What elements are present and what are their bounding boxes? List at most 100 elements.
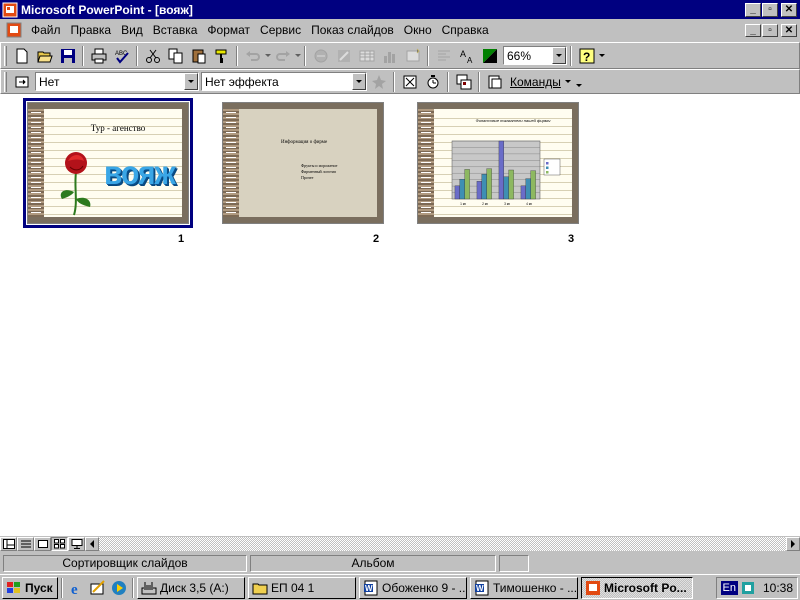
task-label: Обоженко 9 - ... xyxy=(382,580,467,595)
media-player-icon[interactable] xyxy=(108,578,129,598)
doc-minimize-icon[interactable]: _ xyxy=(745,23,761,37)
legend-swatch xyxy=(546,166,549,169)
folder-icon xyxy=(252,583,268,594)
slide-show-icon[interactable] xyxy=(68,537,85,551)
hide-slide-icon[interactable] xyxy=(398,71,421,93)
slide-number: 1 xyxy=(178,233,185,245)
web-toolbar-icon[interactable] xyxy=(332,45,355,67)
rehearse-timings-icon[interactable] xyxy=(421,71,444,93)
word-doc-icon: W xyxy=(364,580,378,595)
menu-insert[interactable]: Вставка xyxy=(148,23,203,37)
paste-icon[interactable] xyxy=(187,45,210,67)
outline-view-icon[interactable] xyxy=(17,537,34,551)
summary-slide-icon[interactable] xyxy=(452,71,475,93)
undo-icon[interactable] xyxy=(241,45,264,67)
toolbar-grip[interactable] xyxy=(4,71,7,92)
insert-table-icon[interactable] xyxy=(355,45,378,67)
slide-thumbnail-2[interactable]: Информация о фирме Фрукты и мороженое Фи… xyxy=(222,102,384,224)
language-indicator[interactable]: En xyxy=(720,580,738,595)
transition-dropdown-icon[interactable] xyxy=(184,73,198,90)
horizontal-scrollbar[interactable] xyxy=(99,537,786,551)
redo-icon[interactable] xyxy=(271,45,294,67)
slide-sorter-workspace[interactable]: Тур - агенство вояж 1 Информация о фирме… xyxy=(0,94,800,536)
animation-dropdown-icon[interactable] xyxy=(352,73,366,90)
slide-thumbnail-3[interactable]: Финансовые показатели нашей фирмы 1 кв 2 … xyxy=(417,102,579,224)
slide-thumbnail-1[interactable]: Тур - агенство вояж xyxy=(27,102,189,224)
print-icon[interactable] xyxy=(87,45,110,67)
slide-view-icon[interactable] xyxy=(34,537,51,551)
zoom-combo[interactable]: 66% xyxy=(503,46,567,65)
task-word-doc-1[interactable]: W Обоженко 9 - ... xyxy=(359,576,467,599)
undo-dropdown-icon[interactable] xyxy=(265,54,271,57)
chart-bar xyxy=(530,170,536,200)
speaker-notes-icon[interactable] xyxy=(483,71,506,93)
svg-text:A: A xyxy=(460,49,466,59)
x-tick-label: 4 кв xyxy=(526,202,532,206)
outlook-express-icon[interactable] xyxy=(87,578,108,598)
doc-restore-icon[interactable]: ▫ xyxy=(762,23,778,37)
menu-edit[interactable]: Правка xyxy=(66,23,117,37)
menu-help[interactable]: Справка xyxy=(437,23,494,37)
animation-combo[interactable]: Нет эффекта xyxy=(201,72,367,91)
normal-view-icon[interactable] xyxy=(0,537,17,551)
menu-window[interactable]: Окно xyxy=(399,23,437,37)
powerpoint-app-icon[interactable] xyxy=(2,2,18,18)
task-label: Microsoft Po... xyxy=(604,580,687,595)
menu-view[interactable]: Вид xyxy=(116,23,148,37)
spelling-icon[interactable]: ABC xyxy=(110,45,133,67)
menu-file[interactable]: Файл xyxy=(26,23,66,37)
hyperlink-icon[interactable] xyxy=(309,45,332,67)
slide-transition-icon[interactable] xyxy=(10,71,33,93)
redo-dropdown-icon[interactable] xyxy=(295,54,301,57)
task-folder[interactable]: ЕП 04 1 xyxy=(248,576,356,599)
format-painter-icon[interactable] xyxy=(210,45,233,67)
toolbar-options-icon[interactable] xyxy=(599,54,605,57)
taskbar: Пуск e Диск 3,5 (A:) ЕП 04 1 W Обоженко … xyxy=(0,574,800,600)
transition-value: Нет xyxy=(39,74,60,89)
save-icon[interactable] xyxy=(56,45,79,67)
title-bar[interactable]: Microsoft PowerPoint - [вояж] _ ▫ ✕ xyxy=(0,0,800,19)
slide-3-title: Финансовые показатели нашей фирмы xyxy=(475,118,551,123)
legend-swatch xyxy=(546,171,549,174)
view-bar xyxy=(0,536,800,552)
toolbar-grip[interactable] xyxy=(4,45,7,66)
commands-menu-button[interactable]: Команды xyxy=(506,71,575,93)
grayscale-icon[interactable] xyxy=(478,45,501,67)
status-view-name: Сортировщик слайдов xyxy=(3,554,247,572)
commands-dropdown-icon xyxy=(564,80,571,83)
network-icon[interactable] xyxy=(741,581,755,595)
expand-icon[interactable] xyxy=(432,45,455,67)
scroll-right-icon[interactable] xyxy=(786,537,800,551)
open-icon[interactable] xyxy=(33,45,56,67)
slide-number: 2 xyxy=(373,233,380,245)
menu-slideshow[interactable]: Показ слайдов xyxy=(306,23,399,37)
help-icon[interactable]: ? xyxy=(575,45,598,67)
task-powerpoint[interactable]: Microsoft Po... xyxy=(581,576,693,599)
internet-explorer-icon[interactable]: e xyxy=(66,578,87,598)
task-word-doc-2[interactable]: W Тимошенко - ... xyxy=(470,576,578,599)
menu-tools[interactable]: Сервис xyxy=(255,23,306,37)
slide-2-title: Информация о фирме xyxy=(281,140,328,145)
cut-icon[interactable] xyxy=(141,45,164,67)
copy-icon[interactable] xyxy=(164,45,187,67)
doc-close-icon[interactable]: ✕ xyxy=(781,23,797,37)
scroll-left-icon[interactable] xyxy=(85,537,99,551)
menu-format[interactable]: Формат xyxy=(202,23,255,37)
animation-preview-icon[interactable] xyxy=(367,71,390,93)
insert-chart-icon[interactable] xyxy=(378,45,401,67)
start-button[interactable]: Пуск xyxy=(2,576,58,599)
restore-icon[interactable]: ▫ xyxy=(762,2,778,17)
task-floppy-drive[interactable]: Диск 3,5 (A:) xyxy=(137,576,245,599)
slide-sorter-view-icon[interactable] xyxy=(51,537,68,551)
close-icon[interactable]: ✕ xyxy=(781,2,797,17)
new-slide-icon[interactable] xyxy=(401,45,424,67)
toolbar-options-icon[interactable] xyxy=(575,84,582,87)
zoom-dropdown-icon[interactable] xyxy=(552,47,566,64)
text-style-icon[interactable]: AA xyxy=(455,45,478,67)
word-doc-icon: W xyxy=(475,580,489,595)
minimize-icon[interactable]: _ xyxy=(745,2,761,17)
chart-bar xyxy=(481,173,487,200)
new-icon[interactable] xyxy=(10,45,33,67)
document-icon[interactable] xyxy=(6,22,22,38)
transition-combo[interactable]: Нет xyxy=(35,72,199,91)
